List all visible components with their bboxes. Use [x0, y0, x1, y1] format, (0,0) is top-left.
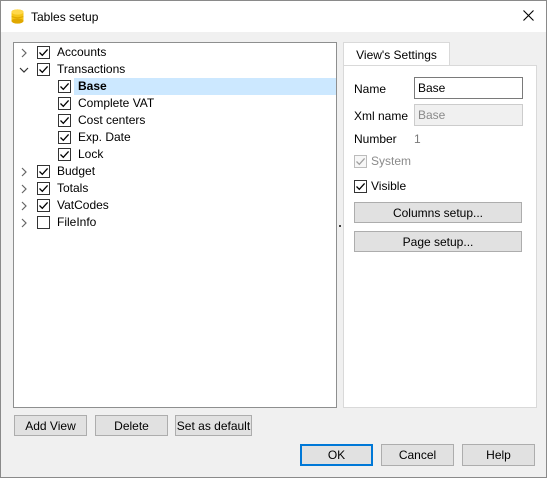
tree-item-label: Totals	[57, 181, 89, 195]
xml-name-label: Xml name	[354, 109, 409, 123]
columns-setup-button[interactable]: Columns setup...	[354, 202, 522, 223]
close-button[interactable]	[510, 1, 546, 32]
number-label: Number	[354, 132, 397, 146]
name-field[interactable]	[414, 77, 523, 99]
tree-item[interactable]: Totals	[14, 180, 336, 197]
chevron-right-icon[interactable]	[19, 218, 29, 228]
chevron-right-icon[interactable]	[19, 184, 29, 194]
close-icon	[522, 9, 534, 24]
chevron-right-icon[interactable]	[19, 167, 29, 177]
tree-item[interactable]: VatCodes	[14, 197, 336, 214]
tab-label: View's Settings	[356, 47, 437, 62]
tree-item-label: Transactions	[57, 62, 126, 76]
tree-item-label: Exp. Date	[78, 130, 131, 144]
cancel-button[interactable]: Cancel	[381, 444, 454, 466]
delete-button[interactable]: Delete	[95, 415, 168, 436]
tree-item-label: Base	[78, 79, 107, 94]
visible-label: Visible	[371, 179, 407, 193]
system-checkbox-box	[354, 154, 367, 168]
system-label: System	[371, 154, 412, 168]
tree-item-checkbox[interactable]	[37, 199, 50, 212]
window-title: Tables setup	[31, 10, 99, 24]
ok-button[interactable]: OK	[300, 444, 373, 466]
tree-item[interactable]: Exp. Date	[14, 129, 336, 146]
tree-item-label: Accounts	[57, 45, 107, 59]
views-settings-panel: Name Xml name Number 1 System Visible Co…	[343, 65, 537, 408]
title-bar: Tables setup	[1, 1, 546, 32]
visible-checkbox-box[interactable]	[354, 179, 367, 193]
help-button[interactable]: Help	[462, 444, 535, 466]
tree-item-checkbox[interactable]	[58, 80, 71, 93]
xml-name-field	[414, 104, 523, 126]
tree-item-checkbox[interactable]	[58, 114, 71, 127]
system-checkbox: System	[354, 154, 411, 168]
tree-item-label: Budget	[57, 164, 96, 178]
visible-checkbox[interactable]: Visible	[354, 179, 406, 193]
tree-item-label: Complete VAT	[78, 96, 155, 110]
tables-setup-dialog: Tables setup Accounts Transactions Base Com…	[0, 0, 547, 478]
tree-item[interactable]: Budget	[14, 163, 336, 180]
number-value: 1	[414, 132, 421, 146]
panel-splitter[interactable]	[339, 225, 341, 227]
tree-item-checkbox[interactable]	[37, 216, 50, 229]
tree-item-label: VatCodes	[57, 198, 109, 212]
tree-item-checkbox[interactable]	[37, 182, 50, 195]
tree-item[interactable]: FileInfo	[14, 214, 336, 231]
tab-views-settings[interactable]: View's Settings	[343, 42, 450, 66]
chevron-down-icon[interactable]	[19, 65, 29, 75]
tree-item[interactable]: Cost centers	[14, 112, 336, 129]
add-view-button[interactable]: Add View	[14, 415, 87, 436]
tree-item-checkbox[interactable]	[58, 148, 71, 161]
selection-highlight	[74, 78, 336, 95]
tree-item[interactable]: Lock	[14, 146, 336, 163]
set-as-default-button[interactable]: Set as default	[175, 415, 252, 436]
chevron-right-icon[interactable]	[19, 201, 29, 211]
tables-tree[interactable]: Accounts Transactions Base Complete VAT Cost…	[13, 42, 337, 408]
tree-item-checkbox[interactable]	[37, 63, 50, 76]
chevron-right-icon[interactable]	[19, 48, 29, 58]
tree-item[interactable]: Transactions	[14, 61, 336, 78]
tree-item-checkbox[interactable]	[58, 97, 71, 110]
tree-item-checkbox[interactable]	[37, 46, 50, 59]
tree-item-label: Cost centers	[78, 113, 146, 127]
name-label: Name	[354, 82, 387, 96]
page-setup-button[interactable]: Page setup...	[354, 231, 522, 252]
tree-item-checkbox[interactable]	[37, 165, 50, 178]
tree-item[interactable]: Accounts	[14, 44, 336, 61]
tree-item-selected[interactable]: Base	[14, 78, 336, 95]
tree-item-label: Lock	[78, 147, 104, 161]
banana-cylinder-icon	[11, 9, 24, 24]
tree-item[interactable]: Complete VAT	[14, 95, 336, 112]
tree-item-label: FileInfo	[57, 215, 97, 229]
tree-item-checkbox[interactable]	[58, 131, 71, 144]
